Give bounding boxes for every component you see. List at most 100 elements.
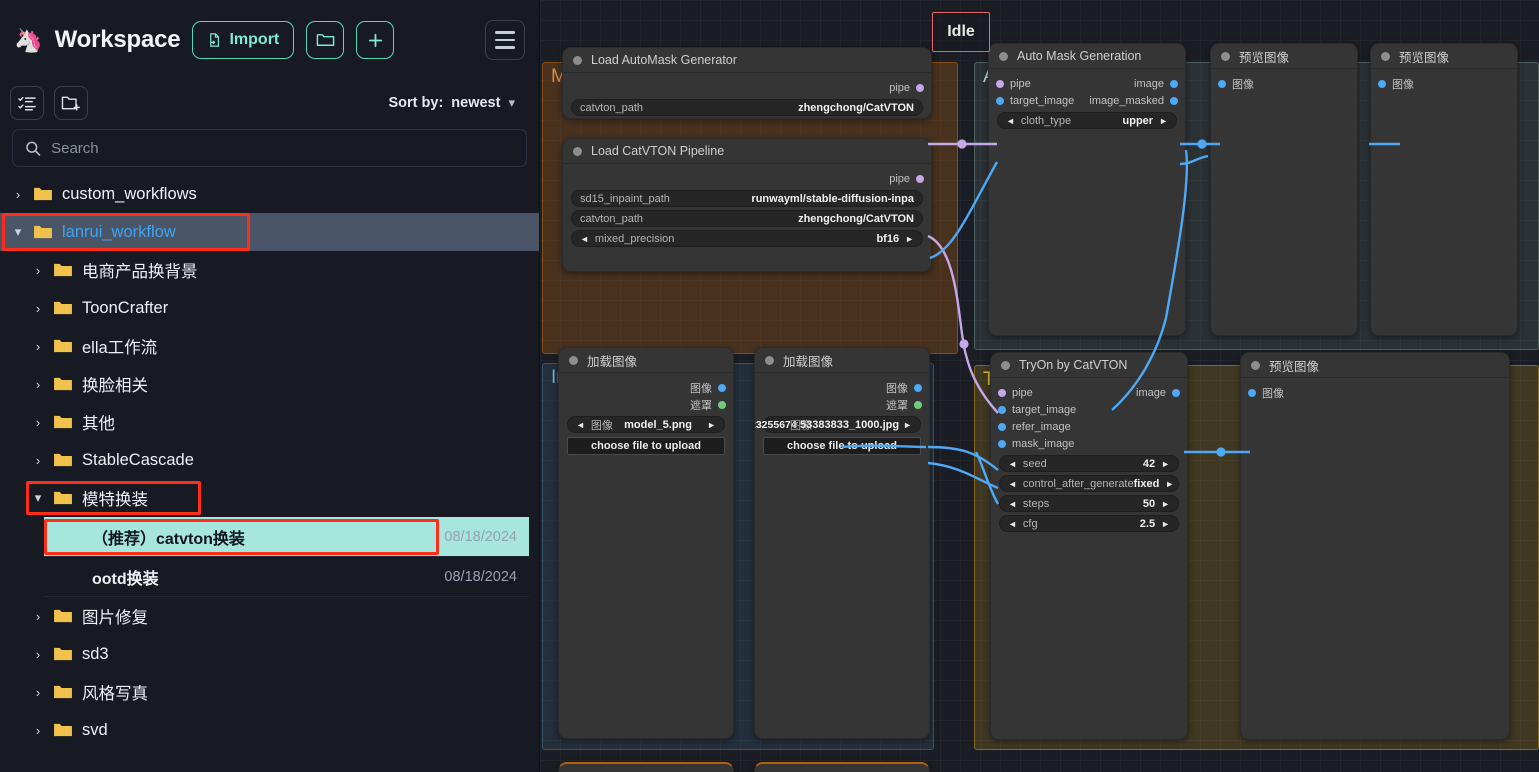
port-row-image[interactable]: 图像 bbox=[1241, 384, 1509, 401]
output-port-mask[interactable] bbox=[914, 400, 922, 409]
folder-item-1[interactable]: ▾ lanrui_workflow bbox=[0, 213, 539, 251]
arrow-left-icon[interactable]: ◄ bbox=[580, 234, 589, 244]
folder-item-8[interactable]: ▾ 模特换装 bbox=[0, 479, 539, 517]
port-row-image[interactable]: 图像 bbox=[1371, 75, 1517, 92]
arrow-right-icon[interactable]: ► bbox=[905, 234, 914, 244]
search-box[interactable] bbox=[12, 129, 527, 167]
node-header[interactable]: 预览图像 bbox=[1371, 44, 1517, 69]
port-row-pipe[interactable]: pipe image bbox=[991, 384, 1187, 401]
node-load-automask-generator[interactable]: Load AutoMask Generator pipe catvton_pat… bbox=[562, 47, 932, 119]
input-port-target-image[interactable] bbox=[996, 96, 1004, 105]
chevron-right-icon[interactable]: › bbox=[30, 647, 46, 662]
add-workflow-button[interactable] bbox=[356, 21, 395, 59]
chevron-down-icon[interactable]: ▾ bbox=[30, 490, 46, 506]
output-port-row[interactable]: pipe bbox=[563, 170, 931, 187]
checklist-button[interactable] bbox=[10, 86, 44, 120]
input-port-pipe[interactable] bbox=[996, 79, 1004, 88]
chevron-right-icon[interactable]: › bbox=[30, 453, 46, 468]
input-port-image[interactable] bbox=[1378, 79, 1386, 88]
folder-item-6[interactable]: › 其他 bbox=[0, 403, 539, 441]
widget-seed[interactable]: ◄ seed 42 ► bbox=[999, 455, 1179, 472]
search-input[interactable] bbox=[51, 139, 514, 157]
create-folder-button[interactable] bbox=[54, 86, 88, 120]
chevron-right-icon[interactable]: › bbox=[30, 609, 46, 624]
widget-image-select[interactable]: ◄ 图像 model_5.png ► bbox=[567, 416, 725, 433]
widget-catvton-path[interactable]: catvton_path zhengchong/CatVTON bbox=[571, 210, 923, 227]
node-load-catvton-pipeline[interactable]: Load CatVTON Pipeline pipe sd15_inpaint_… bbox=[562, 138, 932, 272]
node-graph-canvas[interactable]: Model Loading Auto Mask Generating Input… bbox=[540, 0, 1539, 772]
port-row-image-out[interactable]: 图像 bbox=[755, 379, 929, 396]
widget-control-after-generate[interactable]: ◄ control_after_generate fixed ► bbox=[999, 475, 1179, 492]
node-preview-image-1[interactable]: 预览图像 图像 bbox=[1210, 43, 1358, 336]
arrow-right-icon[interactable]: ► bbox=[1165, 479, 1174, 489]
choose-file-button[interactable]: choose file to upload bbox=[763, 437, 921, 455]
chevron-down-icon[interactable]: ▾ bbox=[10, 224, 26, 240]
node-header[interactable]: 加载图像 bbox=[559, 348, 733, 373]
node-tryon-by-catvton[interactable]: TryOn by CatVTON pipe image target_image… bbox=[990, 352, 1188, 740]
chevron-right-icon[interactable]: › bbox=[30, 377, 46, 392]
arrow-right-icon[interactable]: ► bbox=[903, 420, 912, 430]
input-port-image[interactable] bbox=[1218, 79, 1226, 88]
folder-item-2[interactable]: › 电商产品换背景 bbox=[0, 251, 539, 289]
node-header[interactable]: Load AutoMask Generator bbox=[563, 48, 931, 73]
input-port-pipe[interactable] bbox=[998, 388, 1006, 397]
arrow-left-icon[interactable]: ◄ bbox=[1008, 519, 1017, 529]
output-port-row[interactable]: pipe bbox=[563, 79, 931, 96]
arrow-left-icon[interactable]: ◄ bbox=[576, 420, 585, 430]
node-partial-bottom-2[interactable] bbox=[754, 762, 930, 772]
port-row-target-image[interactable]: target_image image_masked bbox=[989, 92, 1185, 109]
port-row-image-out[interactable]: 图像 bbox=[559, 379, 733, 396]
folder-item-5[interactable]: › 换脸相关 bbox=[0, 365, 539, 403]
workflow-item-9[interactable]: （推荐）catvton换装 08/18/2024 bbox=[44, 517, 529, 557]
node-header[interactable]: TryOn by CatVTON bbox=[991, 353, 1187, 378]
choose-file-button[interactable]: choose file to upload bbox=[567, 437, 725, 455]
arrow-right-icon[interactable]: ► bbox=[1159, 116, 1168, 126]
chevron-right-icon[interactable]: › bbox=[30, 723, 46, 738]
chevron-right-icon[interactable]: › bbox=[10, 187, 26, 202]
node-header[interactable]: 加载图像 bbox=[755, 348, 929, 373]
chevron-right-icon[interactable]: › bbox=[30, 263, 46, 278]
folder-item-0[interactable]: › custom_workflows bbox=[0, 175, 539, 213]
node-auto-mask-generation[interactable]: Auto Mask Generation pipe image target_i… bbox=[988, 43, 1186, 336]
arrow-left-icon[interactable]: ◄ bbox=[1008, 459, 1017, 469]
input-port-target-image[interactable] bbox=[998, 405, 1006, 414]
node-header[interactable]: Auto Mask Generation bbox=[989, 44, 1185, 69]
output-port-mask[interactable] bbox=[718, 400, 726, 409]
workflow-item-10[interactable]: ootd换装 08/18/2024 bbox=[44, 557, 529, 597]
widget-catvton-path[interactable]: catvton_path zhengchong/CatVTON bbox=[571, 99, 923, 116]
folder-item-3[interactable]: › ToonCrafter bbox=[0, 289, 539, 327]
port-row-mask-image[interactable]: mask_image bbox=[991, 435, 1187, 452]
node-load-image-2[interactable]: 加载图像 图像 遮罩 23255674 图像 53383833_1000.jpg… bbox=[754, 347, 930, 739]
arrow-left-icon[interactable]: ◄ bbox=[1008, 479, 1017, 489]
menu-button[interactable] bbox=[485, 20, 525, 60]
folder-item-7[interactable]: › StableCascade bbox=[0, 441, 539, 479]
chevron-right-icon[interactable]: › bbox=[30, 301, 46, 316]
node-header[interactable]: 预览图像 bbox=[1211, 44, 1357, 69]
node-partial-bottom-1[interactable] bbox=[558, 762, 734, 772]
import-button[interactable]: Import bbox=[192, 21, 295, 59]
output-port-pipe[interactable] bbox=[916, 174, 924, 183]
chevron-right-icon[interactable]: › bbox=[30, 339, 46, 354]
output-port-image[interactable] bbox=[1172, 388, 1180, 397]
chevron-right-icon[interactable]: › bbox=[30, 415, 46, 430]
widget-steps[interactable]: ◄ steps 50 ► bbox=[999, 495, 1179, 512]
folder-item-11[interactable]: › 图片修复 bbox=[0, 597, 539, 635]
folder-item-14[interactable]: › svd bbox=[0, 711, 539, 749]
new-folder-button[interactable] bbox=[306, 21, 345, 59]
output-port-image[interactable] bbox=[1170, 79, 1178, 88]
arrow-right-icon[interactable]: ► bbox=[707, 420, 716, 430]
port-row-image[interactable]: 图像 bbox=[1211, 75, 1357, 92]
folder-item-12[interactable]: › sd3 bbox=[0, 635, 539, 673]
node-header[interactable]: 预览图像 bbox=[1241, 353, 1509, 378]
input-port-mask-image[interactable] bbox=[998, 439, 1006, 448]
widget-image-select[interactable]: 23255674 图像 53383833_1000.jpg ► bbox=[755, 416, 921, 433]
input-port-image[interactable] bbox=[1248, 388, 1256, 397]
node-preview-image-2[interactable]: 预览图像 图像 bbox=[1370, 43, 1518, 336]
folder-item-13[interactable]: › 风格写真 bbox=[0, 673, 539, 711]
arrow-right-icon[interactable]: ► bbox=[1161, 499, 1170, 509]
arrow-right-icon[interactable]: ► bbox=[1161, 519, 1170, 529]
node-load-image-1[interactable]: 加载图像 图像 遮罩 ◄ 图像 model_5.png ► choose fil… bbox=[558, 347, 734, 739]
input-port-refer-image[interactable] bbox=[998, 422, 1006, 431]
port-row-refer-image[interactable]: refer_image bbox=[991, 418, 1187, 435]
arrow-right-icon[interactable]: ► bbox=[1161, 459, 1170, 469]
